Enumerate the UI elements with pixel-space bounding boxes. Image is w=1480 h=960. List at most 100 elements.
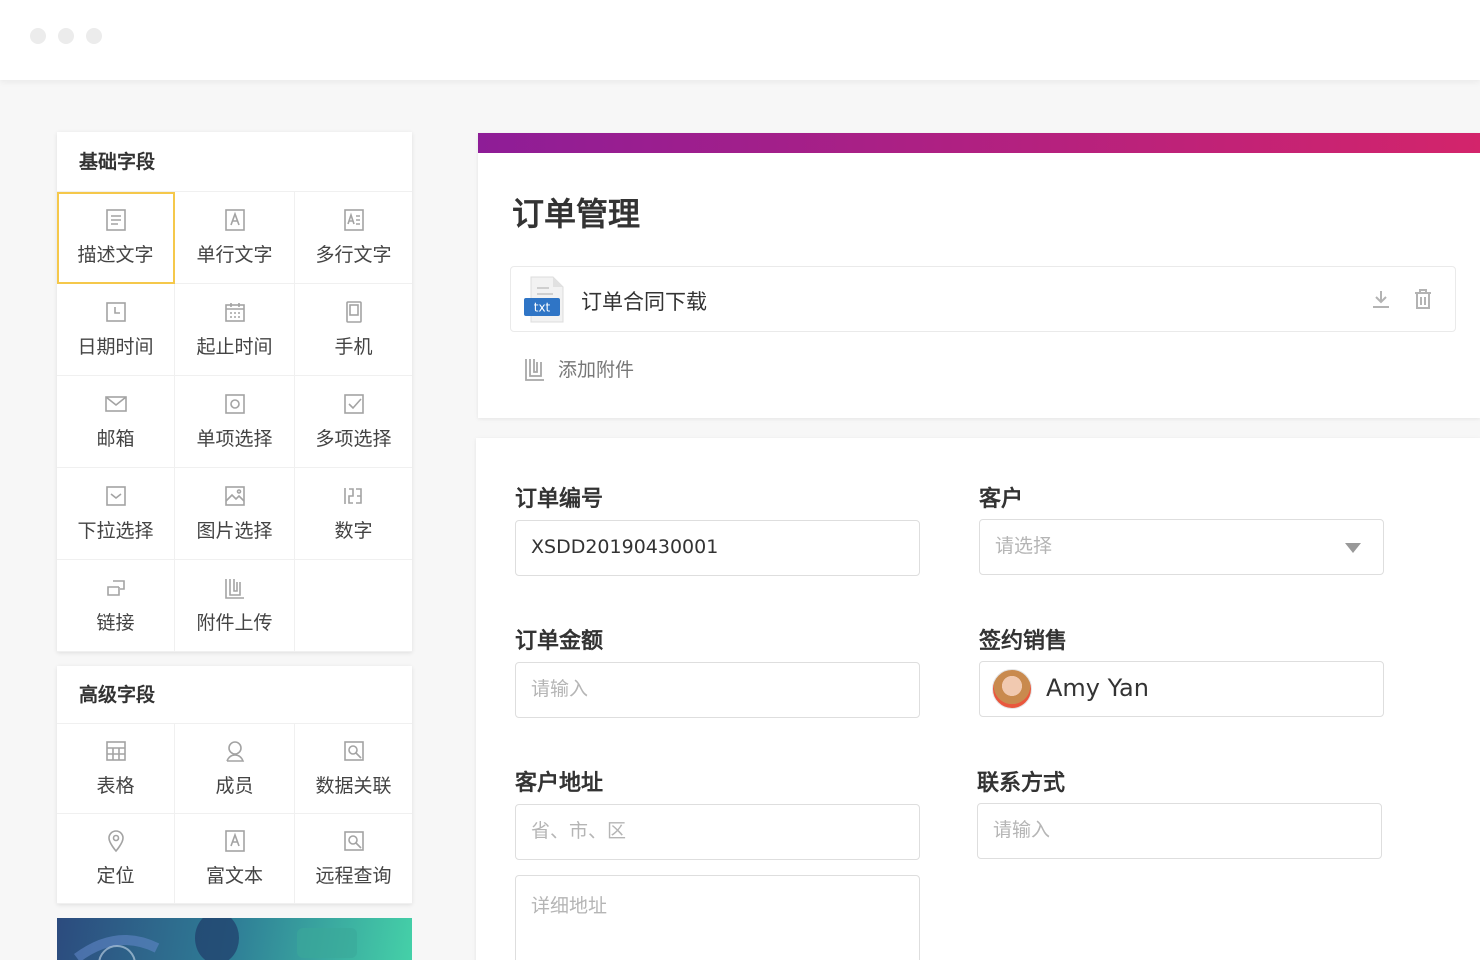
window-titlebar	[0, 0, 1480, 80]
field-type-label: 链接	[96, 612, 135, 634]
basic-field-datetime[interactable]: 日期时间	[57, 284, 175, 376]
attachment-row[interactable]: txt 订单合同下载	[510, 266, 1456, 332]
basic-field-attachment[interactable]: 附件上传	[175, 560, 295, 652]
checkbox-icon	[342, 392, 366, 416]
basic-fields-title: 基础字段	[57, 132, 412, 192]
sales-member-field[interactable]: Amy Yan	[979, 661, 1384, 717]
basic-field-mobile[interactable]: 手机	[295, 284, 412, 376]
advanced-fields-grid: 表格 成员 数据关联定位 富文本 远程查询	[57, 724, 412, 904]
promo-banner	[57, 918, 412, 960]
basic-field-description[interactable]: 描述文字	[57, 192, 175, 284]
basic-field-number[interactable]: 数字	[295, 468, 412, 560]
customer-placeholder: 请选择	[995, 535, 1053, 557]
sales-member-name: Amy Yan	[1046, 674, 1149, 702]
field-type-label: 描述文字	[77, 244, 154, 266]
address-detail-textarea[interactable]: 详细地址	[515, 875, 920, 960]
field-type-label: 富文本	[205, 865, 263, 887]
attachment-icon	[223, 576, 247, 600]
advanced-fields-title: 高级字段	[57, 666, 412, 724]
single-line-text-icon	[223, 208, 247, 232]
field-type-label: 成员	[215, 775, 254, 797]
basic-field-dropdown[interactable]: 下拉选择	[57, 468, 175, 560]
banner-illustration	[74, 918, 357, 960]
basic-field-checkbox[interactable]: 多项选择	[295, 376, 412, 468]
radio-icon	[223, 392, 247, 416]
advanced-field-data-link[interactable]: 数据关联	[295, 724, 412, 814]
basic-field-multi-line-text[interactable]: 多行文字	[295, 192, 412, 284]
basic-field-email[interactable]: 邮箱	[57, 376, 175, 468]
description-icon	[104, 208, 128, 232]
amount-input[interactable]: 请输入	[515, 662, 920, 718]
amount-label: 订单金额	[515, 629, 604, 654]
basic-fields-panel: 基础字段 描述文字 单行文字 多行文字日期时间 起止时间 手机邮箱 单项选择 多项选择下拉选…	[57, 132, 412, 652]
basic-field-single-line-text[interactable]: 单行文字	[175, 192, 295, 284]
order-header-card: 订单管理 txt 订单合同下载 添加附件	[478, 133, 1480, 418]
basic-fields-grid: 描述文字 单行文字 多行文字日期时间 起止时间 手机邮箱 单项选择 多项选择下拉选择 图片选择…	[57, 192, 412, 652]
image-icon	[223, 484, 247, 508]
location-icon	[104, 829, 128, 853]
field-type-label: 定位	[96, 865, 135, 887]
field-type-label: 数据关联	[315, 775, 392, 797]
table-icon	[104, 739, 128, 763]
basic-field-link[interactable]: 链接	[57, 560, 175, 652]
advanced-field-rich-text[interactable]: 富文本	[175, 814, 295, 904]
datetime-icon	[104, 300, 128, 324]
dropdown-icon	[104, 484, 128, 508]
file-type-label: txt	[534, 301, 551, 315]
add-attachment-label: 添加附件	[558, 359, 635, 381]
address-label: 客户地址	[515, 771, 604, 796]
advanced-field-member[interactable]: 成员	[175, 724, 295, 814]
add-attachment-button[interactable]: 添加附件	[524, 355, 634, 382]
close-dot[interactable]	[30, 28, 46, 44]
rich-text-icon	[223, 829, 247, 853]
customer-label: 客户	[979, 487, 1024, 512]
order-no-field[interactable]: XSDD20190430001	[515, 520, 920, 576]
advanced-field-location[interactable]: 定位	[57, 814, 175, 904]
maximize-dot[interactable]	[86, 28, 102, 44]
advanced-fields-panel: 高级字段 表格 成员 数据关联定位 富文本 远程查询	[57, 666, 412, 904]
txt-file-icon: txt	[524, 276, 564, 323]
basic-field-image[interactable]: 图片选择	[175, 468, 295, 560]
field-type-label: 图片选择	[196, 520, 273, 542]
region-select[interactable]: 省、市、区	[515, 804, 920, 860]
delete-icon[interactable]	[1411, 287, 1435, 311]
mobile-icon	[342, 300, 366, 324]
field-type-label: 远程查询	[315, 865, 392, 887]
contact-input[interactable]: 请输入	[977, 803, 1382, 859]
field-type-label: 多项选择	[315, 428, 392, 450]
advanced-field-table[interactable]: 表格	[57, 724, 175, 814]
basic-field-date-range[interactable]: 起止时间	[175, 284, 295, 376]
empty-cell	[295, 560, 412, 652]
avatar	[992, 669, 1032, 709]
field-type-label: 单行文字	[196, 244, 273, 266]
order-form-card: 订单编号 XSDD20190430001 客户 请选择 订单金额 请输入 签约销…	[476, 438, 1480, 960]
field-type-label: 附件上传	[196, 612, 273, 634]
caret-down-icon	[1345, 543, 1361, 553]
field-type-label: 数字	[334, 520, 373, 542]
accent-gradient-bar	[478, 133, 1480, 153]
customer-select[interactable]: 请选择	[979, 519, 1384, 575]
sales-label: 签约销售	[979, 629, 1068, 654]
advanced-field-remote-query[interactable]: 远程查询	[295, 814, 412, 904]
attachment-name[interactable]: 订单合同下载	[581, 286, 707, 316]
paperclip-icon	[524, 356, 546, 382]
email-icon	[104, 392, 128, 416]
link-icon	[104, 576, 128, 600]
field-type-label: 邮箱	[96, 428, 135, 450]
contact-label: 联系方式	[977, 771, 1066, 796]
field-type-label: 表格	[96, 775, 135, 797]
data-link-icon	[342, 739, 366, 763]
field-type-label: 单项选择	[196, 428, 273, 450]
multi-line-text-icon	[342, 208, 366, 232]
basic-field-radio[interactable]: 单项选择	[175, 376, 295, 468]
remote-query-icon	[342, 829, 366, 853]
field-type-label: 手机	[334, 336, 373, 358]
minimize-dot[interactable]	[58, 28, 74, 44]
field-type-label: 下拉选择	[77, 520, 154, 542]
date-range-icon	[223, 300, 247, 324]
member-icon	[223, 739, 247, 763]
number-icon	[342, 484, 366, 508]
download-icon[interactable]	[1369, 287, 1393, 311]
field-type-label: 日期时间	[77, 336, 154, 358]
field-type-label: 起止时间	[196, 336, 273, 358]
